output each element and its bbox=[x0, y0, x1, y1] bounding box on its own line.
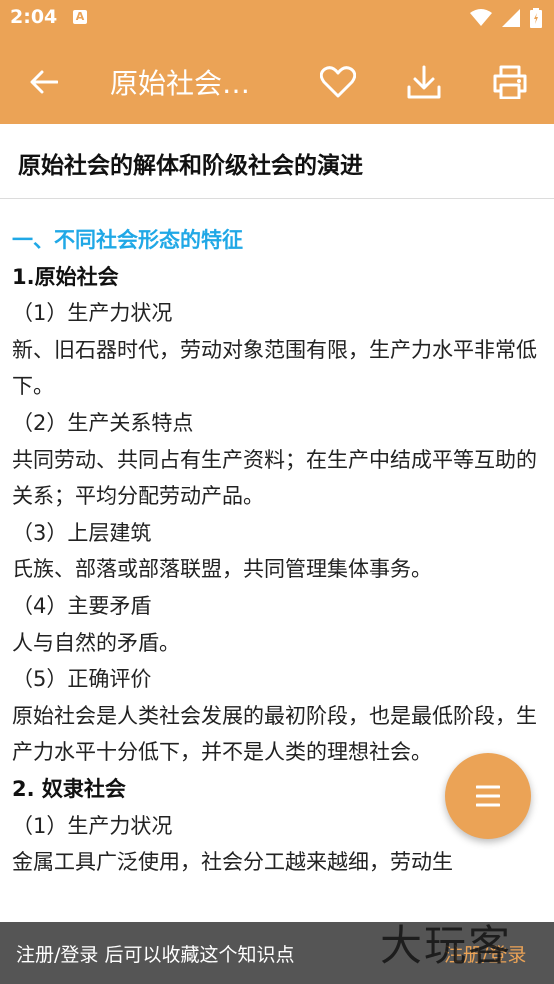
back-button[interactable] bbox=[22, 60, 66, 104]
print-icon bbox=[493, 65, 527, 99]
battery-icon bbox=[530, 8, 542, 28]
watermark-logo: 大玩客 bbox=[380, 921, 513, 970]
status-icons bbox=[470, 8, 542, 28]
download-icon bbox=[407, 65, 441, 99]
print-button[interactable] bbox=[486, 58, 534, 106]
paragraph-label: （5）正确评价 bbox=[12, 667, 152, 692]
favorite-button[interactable] bbox=[314, 58, 362, 106]
divider bbox=[0, 198, 554, 199]
article-title: 原始社会的解体和阶级社会的演进 bbox=[18, 153, 363, 179]
back-arrow-icon bbox=[30, 70, 58, 94]
notification-icon: A bbox=[73, 10, 87, 24]
app-bar: 原始社会… bbox=[0, 38, 554, 124]
download-button[interactable] bbox=[400, 58, 448, 106]
signal-icon bbox=[502, 9, 520, 27]
heart-icon bbox=[320, 66, 356, 98]
paragraph-label: （3）上层建筑 bbox=[12, 520, 152, 545]
wifi-icon bbox=[470, 9, 492, 26]
menu-icon bbox=[476, 785, 500, 807]
page-title: 原始社会… bbox=[110, 67, 251, 100]
menu-fab-button[interactable] bbox=[445, 753, 531, 839]
paragraph-text: 金属工具广泛使用，社会分工越来越细，劳动生 bbox=[12, 850, 453, 875]
paragraph-label: （2）生产关系特点 bbox=[12, 410, 194, 435]
login-prompt-text: 注册/登录 后可以收藏这个知识点 bbox=[16, 944, 295, 966]
status-time: 2:04 bbox=[10, 6, 58, 28]
section-heading: 一、不同社会形态的特征 bbox=[12, 228, 243, 252]
subsection-heading: 1.原始社会 bbox=[12, 264, 119, 289]
paragraph-text: 氏族、部落或部落联盟，共同管理集体事务。 bbox=[12, 557, 432, 582]
status-bar: 2:04 A bbox=[0, 0, 554, 38]
paragraph-text: 共同劳动、共同占有生产资料；在生产中结成平等互助的关系；平均分配劳动产品。 bbox=[12, 447, 537, 509]
paragraph-text: 人与自然的矛盾。 bbox=[12, 630, 180, 655]
paragraph-label: （1）生产力状况 bbox=[12, 301, 173, 326]
paragraph-text: 新、旧石器时代，劳动对象范围有限，生产力水平非常低下。 bbox=[12, 337, 537, 399]
paragraph-label: （4）主要矛盾 bbox=[12, 593, 152, 618]
